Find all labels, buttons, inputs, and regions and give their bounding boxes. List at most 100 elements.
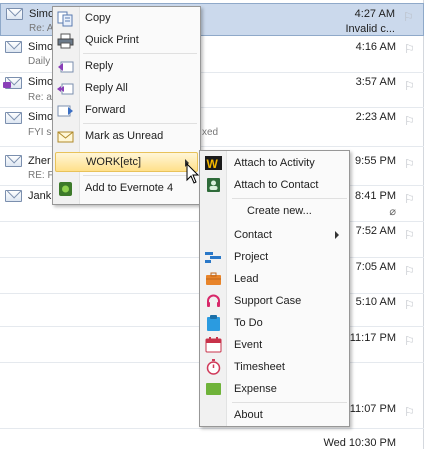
reply-all-icon	[57, 83, 74, 95]
envelope-icon	[5, 190, 22, 202]
envelope-icon	[5, 155, 22, 167]
mail-sender: Simo	[28, 76, 54, 88]
submenu-item-label: Project	[234, 251, 269, 263]
envelope-icon	[6, 8, 23, 20]
attach-contact-icon	[207, 178, 220, 192]
mail-preview-fragment: xed	[202, 127, 219, 138]
mail-preview: FYI s	[28, 127, 52, 138]
calendar-icon	[205, 337, 222, 353]
flag-icon[interactable]: ⚐	[404, 79, 416, 93]
flag-icon[interactable]: ⚐	[404, 264, 416, 278]
forward-icon	[57, 105, 73, 117]
context-menu: Copy Quick Print Reply Reply All Forward…	[52, 6, 201, 205]
submenu-item-label: To Do	[234, 317, 263, 329]
expense-icon	[206, 383, 221, 395]
menu-separator	[83, 123, 197, 124]
mail-item[interactable]: Wed 10:30 PM	[0, 433, 424, 449]
submenu-item-timesheet[interactable]: Timesheet	[202, 357, 349, 377]
envelope-icon	[5, 41, 22, 53]
envelope-icon	[5, 112, 22, 124]
mail-sender: Simo	[29, 8, 55, 20]
submenu-item-to-do[interactable]: To Do	[202, 313, 349, 333]
stopwatch-icon	[206, 359, 221, 375]
menu-item-label: Mark as Unread	[85, 130, 164, 142]
mail-time: 2:23 AM	[355, 111, 396, 123]
submenu-item-support-case[interactable]: Support Case	[202, 291, 349, 311]
submenu-item-label: Create new...	[247, 205, 312, 217]
submenu-item-about[interactable]: About	[202, 405, 349, 425]
mail-time: 4:16 AM	[355, 41, 396, 53]
mail-time: 7:05 AM	[355, 261, 396, 273]
submenu-item-expense[interactable]: Expense	[202, 379, 349, 399]
mail-time: 5:10 AM	[355, 296, 396, 308]
headset-icon	[207, 294, 220, 307]
envelope-icon	[3, 77, 22, 89]
submenu-item-project[interactable]: Project	[202, 247, 349, 267]
mail-preview: RE: F	[28, 170, 54, 181]
copy-icon	[57, 11, 73, 27]
submenu-arrow-icon	[335, 231, 339, 239]
work-etc-submenu: W Attach to Activity Attach to Contact C…	[199, 150, 350, 427]
menu-item-add-evernote[interactable]: Add to Evernote 4	[55, 179, 198, 199]
submenu-item-attach-contact[interactable]: Attach to Contact	[202, 175, 349, 195]
menu-item-quick-print[interactable]: Quick Print	[55, 31, 198, 51]
flag-icon[interactable]: ⚐	[404, 42, 416, 56]
submenu-item-label: About	[234, 409, 263, 421]
mail-time: 11:07 PM	[349, 403, 396, 415]
menu-item-label: Forward	[85, 104, 126, 116]
mail-sender: Jank	[28, 190, 52, 202]
menu-item-label: Copy	[85, 12, 111, 24]
submenu-item-label: Lead	[234, 273, 259, 285]
mail-time: 9:55 PM	[355, 155, 396, 167]
mail-time: 11:17 PM	[349, 332, 396, 344]
menu-item-label: WORK[etc]	[86, 156, 142, 168]
mail-time: 4:27 AM	[354, 8, 395, 20]
mail-time: 7:52 AM	[355, 225, 396, 237]
flag-icon[interactable]: ⚐	[404, 228, 416, 242]
menu-item-work-etc[interactable]: WORK[etc]	[55, 152, 198, 172]
submenu-item-label: Event	[234, 339, 263, 351]
submenu-item-label: Expense	[234, 383, 277, 395]
clipboard-icon	[207, 315, 220, 331]
mail-preview: Daily	[28, 56, 51, 67]
submenu-item-label: Contact	[234, 229, 272, 241]
submenu-item-lead[interactable]: Lead	[202, 269, 349, 289]
menu-item-mark-unread[interactable]: Mark as Unread	[55, 127, 198, 147]
mail-time: 3:57 AM	[355, 76, 396, 88]
submenu-item-create-new[interactable]: Create new...	[202, 201, 349, 221]
menu-item-label: Reply All	[85, 82, 128, 94]
mail-time: 8:41 PM	[355, 190, 396, 202]
flag-icon[interactable]: ⚐	[403, 10, 415, 24]
flag-icon[interactable]: ⚐	[404, 114, 416, 128]
mail-sender: Simo	[28, 41, 54, 53]
submenu-item-label: Attach to Contact	[234, 179, 319, 191]
menu-item-copy[interactable]: Copy	[55, 9, 198, 29]
menu-item-reply[interactable]: Reply	[55, 57, 198, 77]
flag-icon[interactable]: ⚐	[404, 192, 416, 206]
menu-item-forward[interactable]: Forward	[55, 101, 198, 121]
submenu-item-event[interactable]: Event	[202, 335, 349, 355]
svg-text:W: W	[207, 157, 219, 171]
flag-icon[interactable]: ⚐	[404, 298, 416, 312]
evernote-icon	[59, 182, 72, 196]
flag-icon[interactable]: ⚐	[404, 334, 416, 348]
menu-item-label: Reply	[85, 60, 114, 72]
work-etc-logo-icon: W	[205, 156, 222, 171]
mail-preview: Re: a	[28, 92, 52, 103]
menu-item-reply-all[interactable]: Reply All	[55, 79, 198, 99]
submenu-item-attach-activity[interactable]: W Attach to Activity	[202, 153, 349, 173]
submenu-item-label: Support Case	[234, 295, 302, 307]
mail-preview: Re: A	[29, 23, 54, 34]
submenu-item-contact[interactable]: Contact	[202, 225, 349, 245]
flag-icon[interactable]: ⚐	[404, 157, 416, 171]
briefcase-icon	[206, 272, 221, 285]
mail-time: Wed 10:30 PM	[323, 437, 396, 449]
mail-status: Invalid c...	[345, 23, 395, 35]
flag-icon[interactable]: ⚐	[404, 405, 416, 419]
menu-separator	[232, 198, 347, 199]
mail-sender: Simo	[28, 111, 54, 123]
mouse-cursor-icon	[186, 163, 200, 184]
paperclip-icon: ⌀	[389, 206, 396, 218]
reply-icon	[58, 61, 74, 73]
menu-separator	[83, 175, 197, 176]
